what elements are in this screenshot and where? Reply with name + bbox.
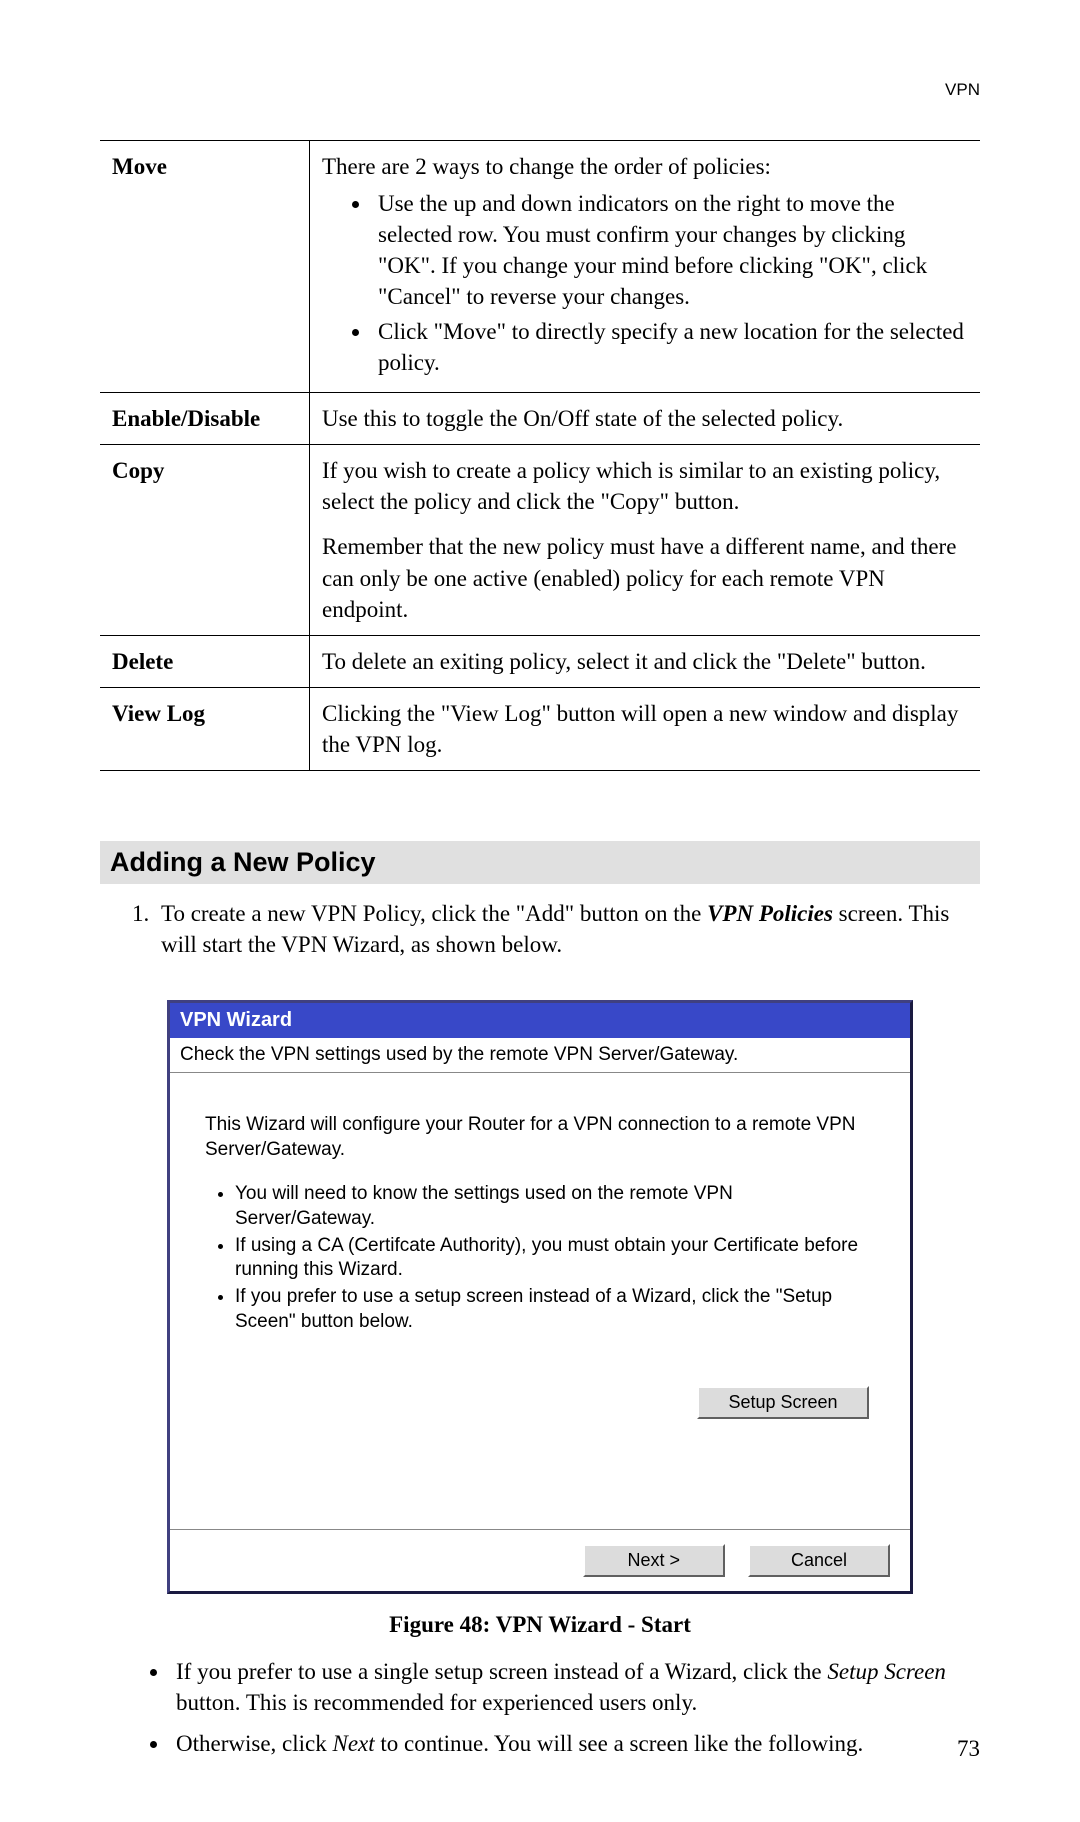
wizard-footer: Next > Cancel: [170, 1530, 910, 1591]
row-desc-copy: If you wish to create a policy which is …: [310, 445, 981, 635]
setup-screen-button[interactable]: Setup Screen: [697, 1386, 869, 1419]
move-bullets: Use the up and down indicators on the ri…: [322, 188, 968, 378]
vpn-wizard-dialog: VPN Wizard Check the VPN settings used b…: [167, 1000, 913, 1595]
table-row: Copy If you wish to create a policy whic…: [100, 445, 980, 635]
move-bullet-2: Click "Move" to directly specify a new l…: [372, 316, 968, 378]
row-label-delete: Delete: [100, 635, 310, 687]
after-b2-post: to continue. You will see a screen like …: [375, 1731, 864, 1756]
page-number: 73: [957, 1736, 980, 1762]
table-row: View Log Clicking the "View Log" button …: [100, 687, 980, 770]
after-b1-em: Setup Screen: [827, 1659, 946, 1684]
after-bullet-1: If you prefer to use a single setup scre…: [170, 1656, 980, 1718]
after-b1-pre: If you prefer to use a single setup scre…: [176, 1659, 827, 1684]
row-label-viewlog: View Log: [100, 687, 310, 770]
wizard-subtitle: Check the VPN settings used by the remot…: [170, 1038, 910, 1073]
move-bullet-1: Use the up and down indicators on the ri…: [372, 188, 968, 312]
table-row: Delete To delete an exiting policy, sele…: [100, 635, 980, 687]
after-b2-em: Next: [332, 1731, 374, 1756]
row-desc-delete: To delete an exiting policy, select it a…: [310, 635, 981, 687]
step1-pre: To create a new VPN Policy, click the "A…: [161, 901, 707, 926]
next-button[interactable]: Next >: [583, 1544, 725, 1577]
policy-actions-table: Move There are 2 ways to change the orde…: [100, 140, 980, 771]
figure-caption: Figure 48: VPN Wizard - Start: [167, 1612, 913, 1638]
page: VPN Move There are 2 ways to change the …: [0, 0, 1080, 1822]
after-b2-pre: Otherwise, click: [176, 1731, 332, 1756]
wizard-bullet-2: If using a CA (Certifcate Authority), yo…: [235, 1234, 875, 1283]
page-content: Move There are 2 ways to change the orde…: [100, 140, 980, 1759]
wizard-title: VPN Wizard: [170, 1003, 910, 1038]
move-intro: There are 2 ways to change the order of …: [322, 151, 968, 182]
row-desc-viewlog: Clicking the "View Log" button will open…: [310, 687, 981, 770]
wizard-bullet-3: If you prefer to use a setup screen inst…: [235, 1285, 875, 1334]
table-row: Enable/Disable Use this to toggle the On…: [100, 393, 980, 445]
copy-p2: Remember that the new policy must have a…: [322, 531, 968, 624]
row-label-copy: Copy: [100, 445, 310, 635]
steps-list: To create a new VPN Policy, click the "A…: [100, 898, 980, 960]
header-section-label: VPN: [945, 80, 980, 100]
copy-p1: If you wish to create a policy which is …: [322, 455, 968, 517]
after-b1-post: button. This is recommended for experien…: [176, 1690, 697, 1715]
after-bullet-2: Otherwise, click Next to continue. You w…: [170, 1728, 980, 1759]
after-figure-bullets: If you prefer to use a single setup scre…: [100, 1656, 980, 1759]
wizard-bullets: You will need to know the settings used …: [235, 1182, 875, 1334]
row-desc-move: There are 2 ways to change the order of …: [310, 141, 981, 393]
row-label-enable: Enable/Disable: [100, 393, 310, 445]
wizard-body: This Wizard will configure your Router f…: [170, 1073, 910, 1531]
wizard-figure: VPN Wizard Check the VPN settings used b…: [167, 1000, 913, 1639]
wizard-setup-row: Setup Screen: [205, 1336, 875, 1509]
step-1: To create a new VPN Policy, click the "A…: [155, 898, 980, 960]
step1-emph: VPN Policies: [707, 901, 833, 926]
row-label-move: Move: [100, 141, 310, 393]
row-desc-enable: Use this to toggle the On/Off state of t…: [310, 393, 981, 445]
cancel-button[interactable]: Cancel: [748, 1544, 890, 1577]
wizard-intro: This Wizard will configure your Router f…: [205, 1113, 875, 1162]
table-row: Move There are 2 ways to change the orde…: [100, 141, 980, 393]
section-heading: Adding a New Policy: [100, 841, 980, 884]
wizard-bullet-1: You will need to know the settings used …: [235, 1182, 875, 1231]
